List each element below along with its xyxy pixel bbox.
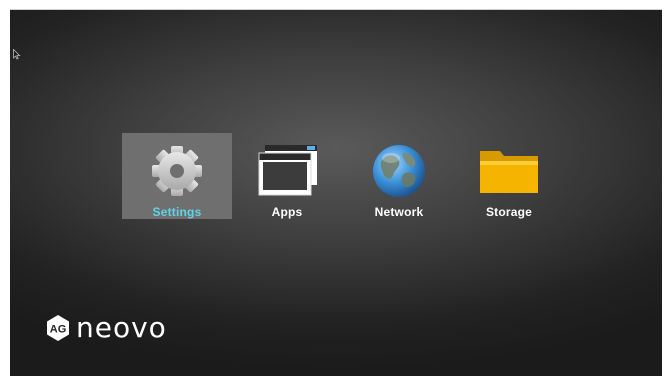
settings-tile[interactable]: Settings xyxy=(122,133,232,219)
settings-label: Settings xyxy=(152,205,202,219)
network-tile[interactable]: Network xyxy=(344,133,454,219)
windows-stack-icon xyxy=(255,141,319,201)
ag-neovo-logo: AG neovo xyxy=(44,314,167,342)
globe-icon xyxy=(367,141,431,201)
folder-icon xyxy=(477,141,541,201)
neovo-wordmark: neovo xyxy=(76,311,167,344)
storage-tile[interactable]: Storage xyxy=(454,133,564,219)
ag-badge-icon: AG xyxy=(44,314,72,342)
network-label: Network xyxy=(374,205,424,219)
apps-tile[interactable]: Apps xyxy=(232,133,342,219)
launcher-screen: Settings Apps Network Storage AG neovo xyxy=(10,10,662,376)
apps-label: Apps xyxy=(271,205,303,219)
gear-icon xyxy=(145,141,209,201)
storage-label: Storage xyxy=(485,205,533,219)
svg-text:AG: AG xyxy=(50,324,67,336)
